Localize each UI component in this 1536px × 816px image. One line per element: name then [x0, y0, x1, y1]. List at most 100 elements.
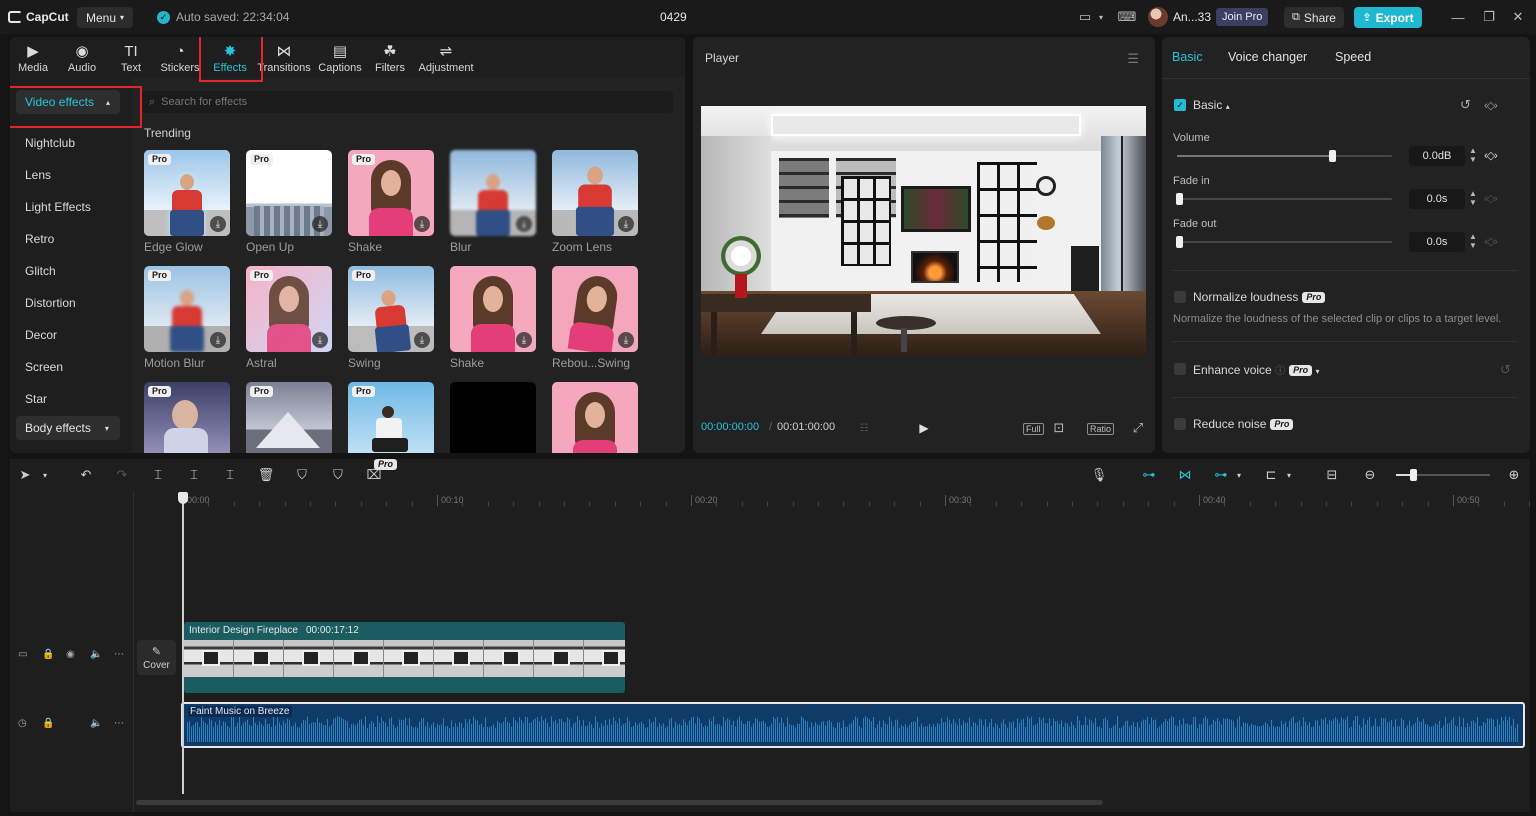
effect-card[interactable]: Pro ⤓ Motion Blur [144, 266, 230, 370]
marker-add-icon[interactable]: ⛉ [293, 467, 311, 483]
effect-card[interactable] [552, 382, 638, 453]
fullscreen-icon[interactable]: ⤢ [1129, 419, 1147, 437]
fade-out-stepper[interactable]: ▲ ▼ [1467, 232, 1479, 252]
minimize-icon[interactable]: — [1450, 9, 1466, 25]
user-account[interactable]: An...33 Join Pro [1148, 7, 1269, 27]
keyframe-icon[interactable]: ‹◇› [1484, 99, 1498, 112]
category-item[interactable]: Glitch [25, 264, 56, 278]
speaker-icon[interactable]: 🔈 [90, 649, 102, 660]
eye-icon[interactable]: ◉ [66, 649, 75, 660]
fade-in-slider[interactable] [1176, 193, 1392, 205]
keyframe-icon[interactable]: ‹◇› [1484, 149, 1498, 162]
tool-filters[interactable]: ☘ Filters [373, 41, 407, 75]
chevron-down-icon[interactable]: ▾ [1096, 9, 1106, 25]
fade-in-value[interactable]: 0.0s [1409, 189, 1465, 209]
video-preview[interactable] [701, 106, 1146, 356]
download-icon[interactable]: ⤓ [516, 332, 532, 348]
project-title[interactable]: 0429 [660, 10, 687, 24]
category-item[interactable]: Star [25, 392, 47, 406]
playhead[interactable] [178, 492, 188, 794]
zoom-slider[interactable] [1396, 469, 1490, 481]
undo-icon[interactable]: ↶ [77, 467, 95, 483]
share-button[interactable]: ⧉ Share [1284, 7, 1344, 28]
ratio-button[interactable]: Ratio [1087, 423, 1115, 435]
tab-voice-changer[interactable]: Voice changer [1228, 50, 1307, 64]
effect-card[interactable]: Pro [144, 382, 230, 453]
reduce-noise-checkbox[interactable] [1174, 418, 1186, 430]
microphone-icon[interactable]: 🎙 [1090, 467, 1108, 483]
waveform-icon[interactable]: ☷ [853, 419, 875, 437]
effect-card[interactable]: ⤓ Blur [450, 150, 536, 254]
tool-transitions[interactable]: ⋈ Transitions [257, 41, 310, 75]
magnet-icon[interactable]: ⋈ [1175, 467, 1195, 483]
download-icon[interactable]: ⤓ [618, 216, 634, 232]
chevron-down-icon[interactable]: ▾ [1234, 467, 1244, 483]
download-icon[interactable]: ⤓ [312, 332, 328, 348]
lock-icon[interactable]: 🔒 [42, 718, 54, 729]
effect-card[interactable]: ⤓ Zoom Lens [552, 150, 638, 254]
effect-card[interactable]: Pro [348, 382, 434, 453]
volume-stepper[interactable]: ▲ ▼ [1467, 146, 1479, 166]
menu-button[interactable]: Menu ▾ [77, 7, 133, 28]
tool-adjustment[interactable]: ⇌ Adjustment [417, 41, 475, 75]
timeline-scrollbar[interactable] [136, 800, 1103, 805]
info-icon[interactable]: ⓘ [1275, 366, 1285, 377]
enhance-voice-checkbox[interactable] [1174, 363, 1186, 375]
volume-slider[interactable] [1177, 150, 1392, 162]
link-icon[interactable]: ⊶ [1139, 467, 1159, 483]
fade-out-value[interactable]: 0.0s [1409, 232, 1465, 252]
download-icon[interactable]: ⤓ [210, 216, 226, 232]
export-button[interactable]: ⇪ Export [1354, 7, 1422, 28]
split-icon[interactable]: ⌶ [149, 467, 167, 483]
fit-icon[interactable]: ⊟ [1323, 467, 1341, 483]
shortcuts-icon[interactable]: ⌨ [1118, 9, 1137, 25]
download-icon[interactable]: ⤓ [618, 332, 634, 348]
download-icon[interactable]: ⤓ [210, 332, 226, 348]
effect-card[interactable]: Pro ⤓ Open Up [246, 150, 332, 254]
select-tool-icon[interactable]: ➤ [16, 467, 34, 483]
speaker-icon[interactable]: 🔈 [90, 718, 102, 729]
tool-media[interactable]: ▶ Media [16, 41, 50, 75]
tab-speed[interactable]: Speed [1335, 50, 1371, 64]
layout-icon[interactable]: ▭ [1076, 9, 1094, 25]
category-item[interactable]: Light Effects [25, 200, 91, 214]
category-item[interactable]: Lens [25, 168, 51, 182]
lock-icon[interactable]: 🔒 [42, 649, 54, 660]
effect-card[interactable]: Pro ⤓ Swing [348, 266, 434, 370]
tool-effects[interactable]: ✸ Effects [210, 41, 250, 75]
download-icon[interactable]: ⤓ [516, 216, 532, 232]
fade-out-slider[interactable] [1176, 236, 1392, 248]
effect-card[interactable]: ⤓ Shake [450, 266, 536, 370]
cover-button[interactable]: ✎ Cover [137, 640, 176, 675]
category-item[interactable]: Decor [25, 328, 57, 342]
category-item[interactable]: Distortion [25, 296, 76, 310]
chevron-down-icon[interactable]: ▾ [1315, 367, 1319, 376]
category-item[interactable]: Screen [25, 360, 63, 374]
time-ruler[interactable]: 00:00 00:10 00:20 00:30 00:40 00:50 [183, 492, 1531, 508]
download-icon[interactable]: ⤓ [414, 332, 430, 348]
basic-checkbox[interactable]: ✓ [1174, 99, 1186, 111]
tool-stickers[interactable]: ◔ Stickers [159, 41, 201, 75]
more-icon[interactable]: ⋯ [114, 718, 124, 729]
effects-search[interactable]: ⌕ [142, 91, 673, 113]
audio-clip[interactable]: Faint Music on Breeze [181, 702, 1525, 748]
shield-icon[interactable]: ⛉ [329, 467, 347, 483]
category-item[interactable]: Nightclub [25, 136, 75, 150]
effect-card[interactable]: Pro ⤓ Shake [348, 150, 434, 254]
split-left-icon[interactable]: ⌶ [185, 467, 203, 483]
effect-card[interactable] [450, 382, 536, 453]
more-icon[interactable]: ⋯ [114, 649, 124, 660]
tool-captions[interactable]: ▤ Captions [317, 41, 363, 75]
effect-card[interactable]: Pro [246, 382, 332, 453]
volume-value[interactable]: 0.0dB [1409, 146, 1465, 166]
chevron-down-icon[interactable]: ▾ [1284, 467, 1294, 483]
restore-icon[interactable]: ❐ [1481, 9, 1497, 25]
tab-basic[interactable]: Basic [1172, 50, 1203, 64]
normalize-checkbox[interactable] [1174, 291, 1186, 303]
close-icon[interactable]: ✕ [1510, 9, 1526, 25]
category-body-effects[interactable]: Body effects ▾ [16, 416, 120, 440]
effect-card[interactable]: Pro ⤓ Edge Glow [144, 150, 230, 254]
fade-in-stepper[interactable]: ▲ ▼ [1467, 189, 1479, 209]
preview-axis-icon[interactable]: ⊏ [1261, 467, 1281, 483]
play-button[interactable]: ▶ [915, 419, 933, 437]
